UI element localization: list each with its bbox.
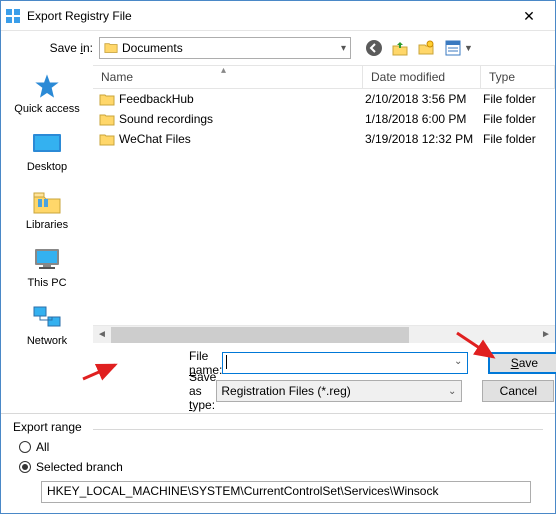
item-type: File folder [481, 92, 555, 106]
cancel-button[interactable]: Cancel [482, 380, 554, 402]
export-range-label: Export range [13, 420, 82, 434]
folder-icon [99, 112, 115, 126]
list-item[interactable]: WeChat Files 3/19/2018 12:32 PM File fol… [93, 129, 555, 149]
folder-icon [99, 132, 115, 146]
network-icon [30, 303, 64, 333]
place-label: Libraries [5, 219, 89, 231]
file-name-input[interactable]: ⌄ [222, 352, 468, 374]
quick-access-icon [30, 71, 64, 101]
folder-icon [104, 41, 118, 55]
save-in-label: Save in: [11, 41, 99, 55]
places-bar: Quick access Desktop Libraries This PC N… [1, 65, 93, 411]
branch-path-input[interactable]: HKEY_LOCAL_MACHINE\SYSTEM\CurrentControl… [41, 481, 531, 503]
radio-selected-label: Selected branch [36, 460, 123, 474]
close-button[interactable]: ✕ [507, 2, 551, 30]
app-icon [5, 8, 21, 24]
item-name: FeedbackHub [119, 92, 194, 106]
up-one-level-button[interactable] [389, 37, 411, 59]
place-libraries[interactable]: Libraries [5, 187, 89, 231]
file-list: FeedbackHub 2/10/2018 3:56 PM File folde… [93, 89, 555, 325]
scroll-track[interactable] [111, 327, 537, 343]
item-date: 3/19/2018 12:32 PM [363, 132, 481, 146]
item-type: File folder [481, 132, 555, 146]
radio-icon [19, 441, 31, 453]
chevron-down-icon: ▼ [464, 43, 473, 53]
item-date: 2/10/2018 3:56 PM [363, 92, 481, 106]
sort-indicator-icon: ▴ [221, 65, 226, 76]
place-label: Desktop [5, 161, 89, 173]
place-label: Quick access [5, 103, 89, 115]
new-folder-button[interactable] [415, 37, 437, 59]
scroll-left-button[interactable]: ◄ [93, 327, 111, 343]
chevron-down-icon: ▾ [341, 43, 346, 54]
list-item[interactable]: FeedbackHub 2/10/2018 3:56 PM File folde… [93, 89, 555, 109]
item-name: Sound recordings [119, 112, 213, 126]
dialog-title: Export Registry File [27, 9, 507, 23]
save-as-type-combo[interactable]: Registration Files (*.reg) ⌄ [216, 380, 462, 402]
libraries-icon [30, 187, 64, 217]
desktop-icon [30, 129, 64, 159]
place-label: This PC [5, 277, 89, 289]
save-button[interactable]: Save [488, 352, 556, 374]
place-desktop[interactable]: Desktop [5, 129, 89, 173]
this-pc-icon [30, 245, 64, 275]
horizontal-scrollbar[interactable]: ◄ ► [93, 325, 555, 343]
radio-selected-branch[interactable]: Selected branch [13, 457, 543, 477]
place-this-pc[interactable]: This PC [5, 245, 89, 289]
list-item[interactable]: Sound recordings 1/18/2018 6:00 PM File … [93, 109, 555, 129]
back-button[interactable] [363, 37, 385, 59]
item-type: File folder [481, 112, 555, 126]
column-header-type[interactable]: Type [481, 66, 555, 88]
save-as-type-label: Save as type: [93, 370, 216, 412]
chevron-down-icon: ⌄ [454, 356, 462, 367]
item-date: 1/18/2018 6:00 PM [363, 112, 481, 126]
titlebar: Export Registry File ✕ [1, 1, 555, 31]
radio-all-label: All [36, 440, 49, 454]
column-header-date[interactable]: Date modified [363, 66, 481, 88]
save-as-type-value: Registration Files (*.reg) [221, 384, 350, 398]
save-in-value: Documents [122, 41, 346, 55]
place-label: Network [5, 335, 89, 347]
views-menu-button[interactable]: ▼ [441, 37, 476, 59]
column-header-name[interactable]: Name [93, 66, 363, 88]
column-headers: ▴ Name Date modified Type [93, 65, 555, 89]
radio-all[interactable]: All [13, 437, 543, 457]
folder-icon [99, 92, 115, 106]
save-in-combo[interactable]: Documents ▾ [99, 37, 351, 59]
scroll-thumb[interactable] [111, 327, 409, 343]
radio-icon [19, 461, 31, 473]
place-network[interactable]: Network [5, 303, 89, 347]
place-quick-access[interactable]: Quick access [5, 71, 89, 115]
export-range-group: Export range All Selected branch HKEY_LO… [1, 414, 555, 513]
save-in-toolbar: Save in: Documents ▾ ▼ [1, 31, 555, 65]
scroll-right-button[interactable]: ► [537, 327, 555, 343]
chevron-down-icon: ⌄ [448, 386, 456, 397]
item-name: WeChat Files [119, 132, 191, 146]
